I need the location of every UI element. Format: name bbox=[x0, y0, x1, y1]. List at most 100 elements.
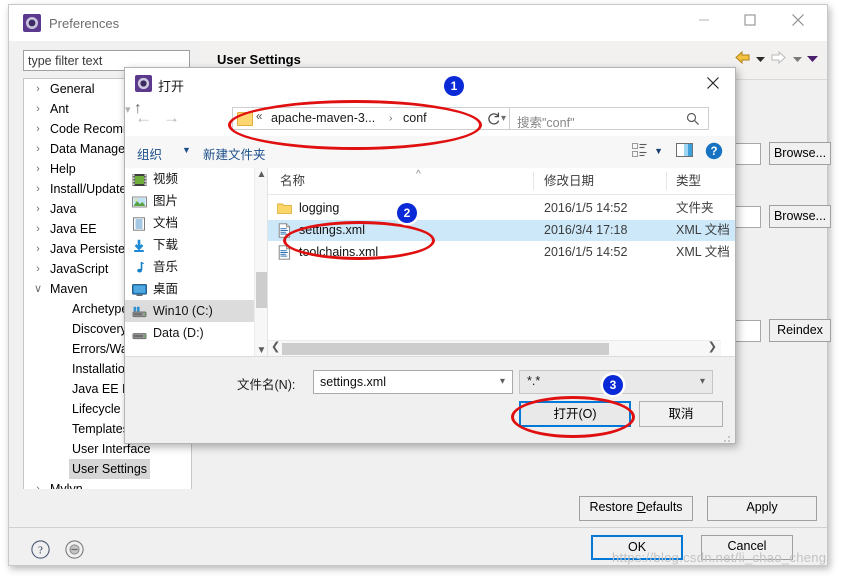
search-input[interactable]: 搜索"conf" bbox=[509, 107, 709, 130]
search-icon[interactable] bbox=[686, 112, 700, 129]
maximize-icon[interactable] bbox=[727, 5, 773, 35]
navpane-item-4[interactable]: 音乐 bbox=[125, 256, 265, 278]
navpane-item-label: 下载 bbox=[153, 238, 179, 252]
file-row[interactable]: toolchains.xml 2016/1/5 14:52 XML 文档 bbox=[268, 242, 735, 263]
browse-button-2[interactable]: Browse... bbox=[769, 205, 831, 228]
chevron-right-icon[interactable]: › bbox=[32, 159, 44, 179]
sort-ascending-icon: ^ bbox=[416, 169, 421, 180]
folder-icon bbox=[277, 201, 292, 216]
back-arrow-icon[interactable]: ← bbox=[135, 108, 152, 128]
chevron-down-icon[interactable] bbox=[755, 52, 765, 66]
file-row[interactable]: settings.xml 2016/3/4 17:18 XML 文档 bbox=[268, 220, 735, 241]
column-header-type[interactable]: 类型 bbox=[676, 168, 701, 194]
chevron-down-icon[interactable]: ▼ bbox=[654, 146, 663, 156]
forward-arrow-icon[interactable] bbox=[770, 50, 787, 68]
tree-item-label: Errors/Wa bbox=[72, 342, 128, 356]
chevron-right-icon[interactable]: › bbox=[32, 99, 44, 119]
global-settings-field[interactable] bbox=[734, 206, 761, 228]
navpane-item-7[interactable]: Data (D:) bbox=[125, 322, 265, 344]
chevron-right-icon[interactable]: › bbox=[32, 79, 44, 99]
forward-arrow-icon[interactable]: → bbox=[163, 108, 180, 128]
chevron-down-icon[interactable]: ∨ bbox=[32, 279, 44, 299]
new-folder-button[interactable]: 新建文件夹 bbox=[203, 144, 266, 163]
local-repository-field[interactable] bbox=[734, 320, 761, 342]
user-settings-field[interactable] bbox=[734, 143, 761, 165]
refresh-icon[interactable] bbox=[483, 107, 505, 130]
minimize-icon[interactable] bbox=[681, 5, 727, 35]
videos-icon bbox=[132, 172, 147, 186]
address-bar[interactable]: « apache-maven-3... › conf ▾ bbox=[232, 107, 513, 130]
breadcrumb-segment-2[interactable]: conf bbox=[403, 111, 427, 125]
column-divider[interactable] bbox=[666, 172, 667, 190]
back-arrow-icon[interactable] bbox=[734, 50, 751, 68]
page-title: User Settings bbox=[217, 52, 301, 67]
apply-button[interactable]: Apply bbox=[707, 496, 817, 521]
chevron-down-icon[interactable]: ▾ bbox=[700, 376, 705, 387]
tree-item-label: User Settings bbox=[69, 459, 151, 479]
page-nav-toolbar bbox=[733, 50, 819, 70]
scroll-left-icon[interactable]: ❮ bbox=[271, 340, 280, 353]
file-row[interactable]: logging 2016/1/5 14:52 文件夹 bbox=[268, 198, 735, 219]
help-icon[interactable]: ? bbox=[705, 142, 723, 163]
chevron-down-icon[interactable] bbox=[807, 52, 818, 66]
navigation-pane[interactable]: 视频 图片 文档下载音乐 桌面 Win10 (C:) Data (D:) ▲ ▼ bbox=[125, 168, 268, 357]
file-list[interactable]: 名称 ^ 修改日期 类型 logging 2016/1/5 14:52 文件夹 set… bbox=[268, 168, 735, 357]
chevron-down-icon[interactable] bbox=[792, 52, 802, 66]
filename-label: 文件名(N): bbox=[237, 378, 296, 392]
file-name: toolchains.xml bbox=[299, 245, 379, 259]
pictures-icon bbox=[132, 194, 147, 208]
navpane-item-0[interactable]: 视频 bbox=[125, 168, 265, 190]
chevron-right-icon[interactable]: › bbox=[32, 259, 44, 279]
column-header-name[interactable]: 名称 bbox=[280, 168, 305, 194]
close-icon[interactable] bbox=[691, 68, 735, 98]
tree-item-label: Java EE bbox=[50, 222, 97, 236]
preview-pane-icon[interactable] bbox=[676, 143, 693, 160]
navpane-item-6[interactable]: Win10 (C:) bbox=[125, 300, 265, 322]
chevron-right-icon[interactable]: › bbox=[32, 139, 44, 159]
open-button[interactable]: 打开(O) bbox=[519, 401, 631, 427]
close-icon[interactable] bbox=[775, 5, 821, 35]
breadcrumb-overflow-icon[interactable]: « bbox=[256, 111, 262, 123]
chevron-down-icon[interactable]: ▾ bbox=[125, 104, 131, 116]
tree-item-label: Ant bbox=[50, 102, 69, 116]
reindex-button[interactable]: Reindex bbox=[769, 319, 831, 342]
annotation-badge-1: 1 bbox=[444, 76, 464, 96]
filename-value: settings.xml bbox=[320, 375, 386, 389]
chevron-down-icon[interactable]: ▾ bbox=[500, 376, 505, 387]
navpane-scrollbar[interactable]: ▲ ▼ bbox=[254, 168, 268, 357]
open-file-dialog: 打开 ← → ▾ ↑ « apache-maven-3... › conf ▾ … bbox=[124, 67, 736, 444]
file-list-horizontal-scrollbar[interactable]: ❮ ❯ bbox=[268, 340, 721, 357]
navpane-item-5[interactable]: 桌面 bbox=[125, 278, 265, 300]
chevron-right-icon[interactable]: › bbox=[32, 119, 44, 139]
view-menu-icon[interactable] bbox=[65, 540, 84, 562]
eclipse-open-icon bbox=[135, 75, 152, 92]
list-view-icon[interactable] bbox=[632, 143, 647, 161]
chevron-right-icon[interactable]: › bbox=[32, 199, 44, 219]
navpane-item-2[interactable]: 文档 bbox=[125, 212, 265, 234]
help-icon[interactable]: ? bbox=[31, 540, 50, 562]
filename-input[interactable]: settings.xml ▾ bbox=[313, 370, 513, 394]
tree-item-user-settings[interactable]: User Settings bbox=[24, 459, 191, 479]
scroll-thumb[interactable] bbox=[256, 272, 267, 308]
breadcrumb-segment-1[interactable]: apache-maven-3... bbox=[271, 111, 375, 125]
scroll-right-icon[interactable]: ❯ bbox=[708, 340, 717, 353]
scroll-thumb[interactable] bbox=[282, 343, 609, 355]
chevron-right-icon[interactable]: › bbox=[32, 239, 44, 259]
chevron-down-icon[interactable]: ▼ bbox=[182, 145, 191, 155]
navpane-item-1[interactable]: 图片 bbox=[125, 190, 265, 212]
cancel-button[interactable]: 取消 bbox=[639, 401, 723, 427]
restore-defaults-button[interactable]: Restore Defaults bbox=[579, 496, 693, 521]
file-type: XML 文档 bbox=[676, 245, 730, 259]
organize-button[interactable]: 组织 bbox=[137, 144, 162, 163]
column-header-date[interactable]: 修改日期 bbox=[544, 168, 594, 194]
dialog-navigation-bar: ← → ▾ ↑ « apache-maven-3... › conf ▾ 搜索"… bbox=[125, 100, 735, 136]
navpane-item-3[interactable]: 下载 bbox=[125, 234, 265, 256]
tree-item-label: Help bbox=[50, 162, 76, 176]
column-headers: 名称 ^ 修改日期 类型 bbox=[268, 168, 735, 195]
resize-grip-icon[interactable] bbox=[723, 432, 731, 442]
dialog-main: 视频 图片 文档下载音乐 桌面 Win10 (C:) Data (D:) ▲ ▼ 名称 ^… bbox=[125, 168, 735, 357]
column-divider[interactable] bbox=[533, 172, 534, 190]
browse-button-1[interactable]: Browse... bbox=[769, 142, 831, 165]
chevron-right-icon[interactable]: › bbox=[32, 219, 44, 239]
chevron-right-icon[interactable]: › bbox=[32, 179, 44, 199]
